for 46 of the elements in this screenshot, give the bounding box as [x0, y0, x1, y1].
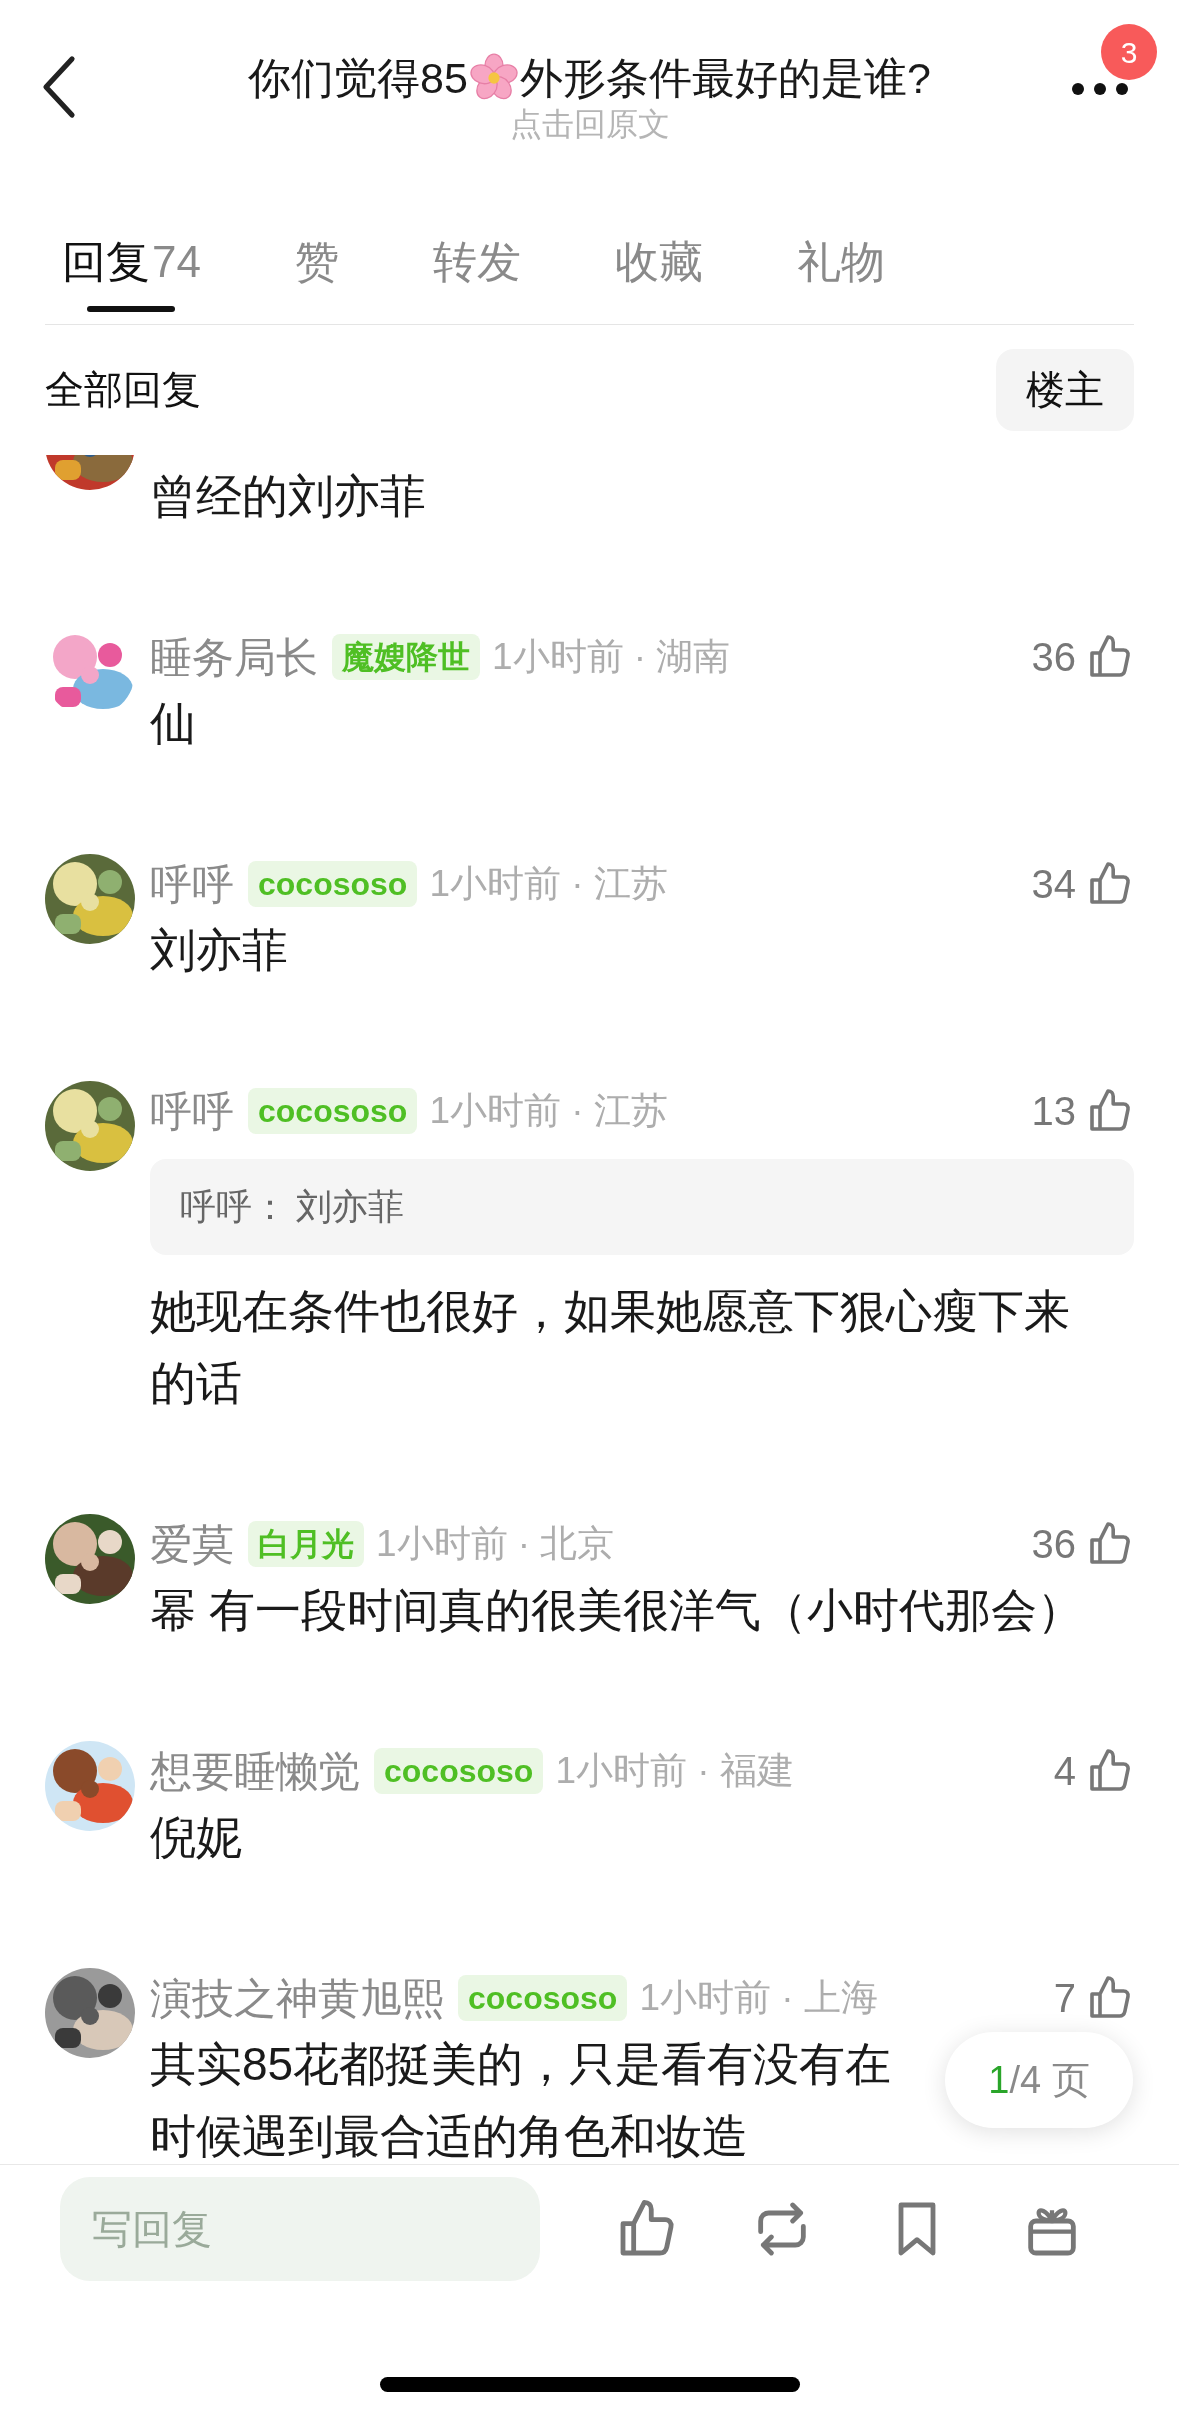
like-button[interactable]: 36: [1031, 627, 1134, 687]
like-button[interactable]: 7: [1053, 1968, 1134, 2028]
comment-text: 倪妮: [150, 1810, 242, 1865]
user-tag: 魔嫂降世: [332, 634, 480, 680]
comment-text: 曾经的刘亦菲: [150, 469, 426, 524]
post-title: 你们觉得85: [248, 53, 468, 104]
section-label: 全部回复: [45, 366, 201, 413]
quote-text: 刘亦菲: [296, 1185, 404, 1229]
page-indicator[interactable]: 1/4 页: [945, 2032, 1133, 2128]
post-title: 外形条件最好的是谁?: [519, 53, 931, 104]
reply-field[interactable]: 写回复: [60, 2177, 540, 2281]
user-tag: cocososo: [248, 861, 418, 907]
like-button[interactable]: 13: [1031, 1081, 1134, 1141]
user-name[interactable]: 爱莫: [150, 1512, 234, 1576]
tab[interactable]: 赞: [294, 232, 339, 292]
user-tag: cocososo: [248, 1088, 418, 1134]
like-button[interactable]: 36: [1031, 1514, 1134, 1574]
user-tag: cocososo: [374, 1748, 544, 1794]
tab[interactable]: 礼物: [796, 232, 885, 292]
comment-text: 仙: [150, 696, 196, 751]
notification-badge: 3: [1101, 24, 1157, 80]
tab[interactable]: 转发: [432, 232, 521, 292]
comment-meta: 1小时前 · 湖南: [492, 635, 731, 680]
like-button[interactable]: 4: [1053, 1741, 1134, 1801]
user-name[interactable]: 想要睡懒觉: [150, 1739, 360, 1803]
original-post-link[interactable]: 点击回原文: [509, 104, 670, 144]
comment-meta: 1小时前 · 福建: [555, 1749, 794, 1794]
comment-meta: 1小时前 · 江苏: [429, 1089, 668, 1134]
comment-meta: 1小时前 · 上海: [639, 1976, 878, 2021]
comment-meta: 1小时前 · 北京: [376, 1522, 615, 1567]
user-name[interactable]: 睡务局长: [150, 625, 318, 689]
comment-text: 幂 有一段时间真的很美很洋气（小时代那会）: [150, 1583, 1083, 1638]
user-name[interactable]: 演技之神黄旭熙: [150, 1966, 444, 2030]
like-button[interactable]: 34: [1031, 854, 1134, 914]
comment-meta: 1小时前 · 江苏: [429, 862, 668, 907]
comment-text: 她现在条件也很好，如果她愿意下狠心瘦下来 的话: [150, 1284, 1070, 1411]
comment-text: 刘亦菲: [150, 923, 288, 978]
user-tag: cocososo: [458, 1975, 628, 2021]
author-filter-button[interactable]: 楼主: [996, 349, 1134, 431]
tab[interactable]: 回复74: [62, 232, 201, 312]
user-name[interactable]: 呼呼: [150, 1079, 234, 1143]
user-tag: 白月光: [248, 1521, 364, 1567]
quote-author: 呼呼：: [180, 1185, 288, 1229]
tab[interactable]: 收藏: [614, 232, 703, 292]
user-name[interactable]: 呼呼: [150, 852, 234, 916]
comment-text: 其实85花都挺美的，只是看有没有在 时候遇到最合适的角色和妆造: [150, 2037, 892, 2164]
